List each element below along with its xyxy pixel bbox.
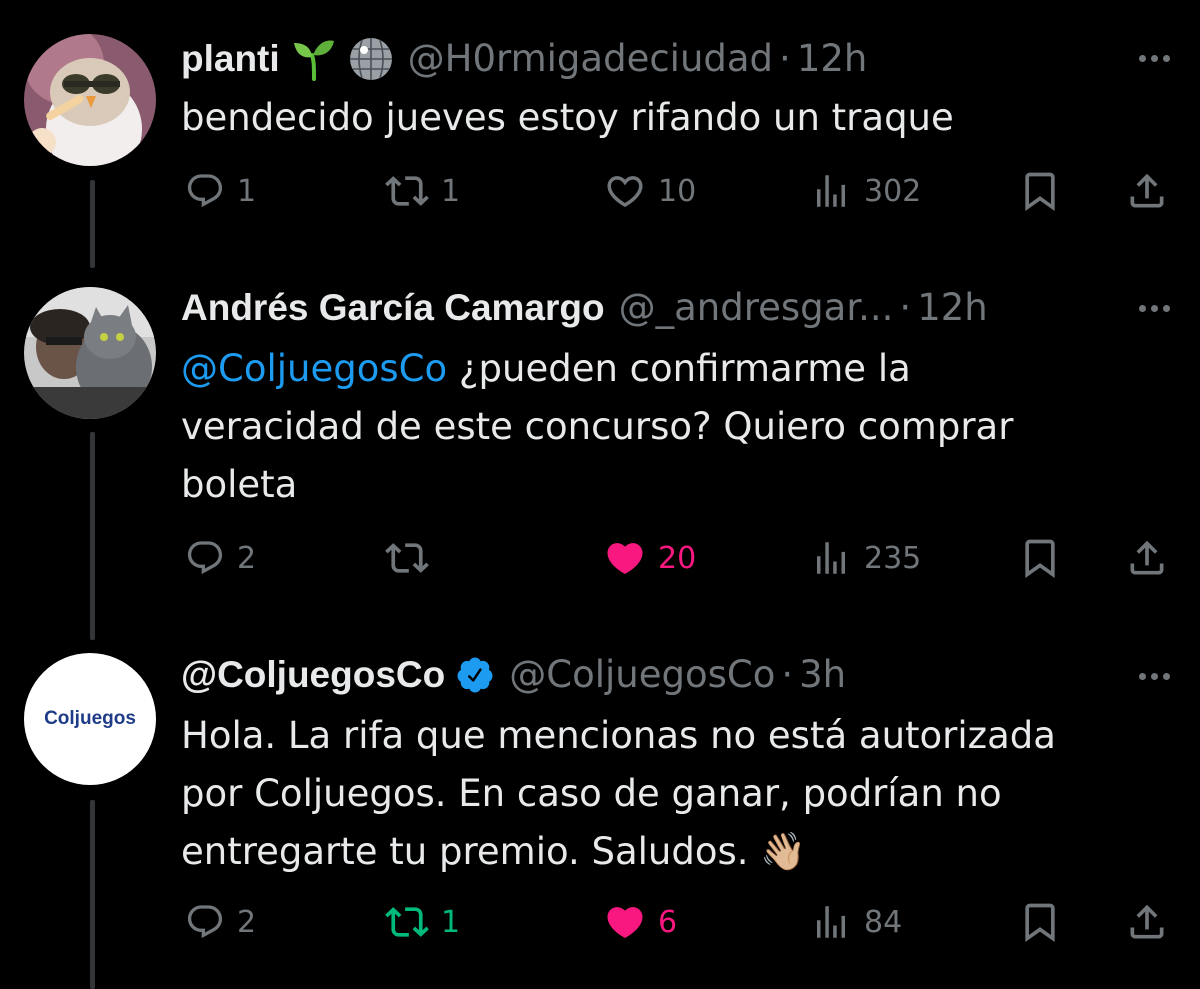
mention-link[interactable]: @ColjuegosCo xyxy=(181,347,447,390)
bookmark-icon xyxy=(1018,169,1062,213)
bookmark-icon xyxy=(1018,900,1062,944)
share-button[interactable] xyxy=(1125,166,1169,216)
action-bar: 2 20 235 xyxy=(0,533,1200,583)
reply-button[interactable]: 2 xyxy=(185,897,256,947)
share-button[interactable] xyxy=(1125,897,1169,947)
tweet-text: @ColjuegosCo ¿pueden confirmarme la vera… xyxy=(181,340,1141,514)
tweet-text-line: veracidad de este concurso? Quiero compr… xyxy=(181,405,1014,448)
tweet-text-line: @ColjuegosCo ¿pueden confirmarme la xyxy=(181,340,1141,398)
view-count: 235 xyxy=(864,540,922,576)
views-button[interactable]: 302 xyxy=(810,166,921,216)
heart-icon xyxy=(604,170,646,212)
like-button[interactable]: 20 xyxy=(604,533,696,583)
timestamp[interactable]: 12h xyxy=(917,285,988,331)
mirror-ball-icon xyxy=(348,36,394,82)
avatar[interactable] xyxy=(24,287,156,419)
timestamp[interactable]: 12h xyxy=(797,36,868,82)
timestamp[interactable]: 3h xyxy=(799,652,846,698)
waving-hand-icon: 👋🏼 xyxy=(760,830,807,873)
tweet-text: bendecido jueves estoy rifando un traque xyxy=(181,89,1141,147)
separator-dot: · xyxy=(779,37,791,80)
retweet-count: 1 xyxy=(441,173,461,209)
logo-text: Coljuegos xyxy=(44,708,136,729)
like-count: 10 xyxy=(658,173,697,209)
tweet-header: @ColjuegosCo @ColjuegosCo · 3h xyxy=(181,652,846,698)
retweet-icon xyxy=(385,169,429,213)
avatar[interactable] xyxy=(24,34,156,166)
more-icon[interactable] xyxy=(1139,673,1170,680)
more-icon[interactable] xyxy=(1139,305,1170,312)
tweet-text-line: entregarte tu premio. Saludos. 👋🏼 xyxy=(181,823,1141,881)
retweet-count: 1 xyxy=(441,904,461,940)
tweet-text-line: Hola. La rifa que mencionas no está auto… xyxy=(181,714,1056,757)
view-count: 84 xyxy=(864,904,903,940)
bookmark-icon xyxy=(1018,536,1062,580)
share-icon xyxy=(1125,900,1169,944)
share-icon xyxy=(1125,536,1169,580)
action-bar: 1 1 10 302 xyxy=(0,166,1200,216)
like-count: 6 xyxy=(658,904,678,940)
separator-dot: · xyxy=(899,286,912,329)
bookmark-button[interactable] xyxy=(1018,533,1062,583)
like-count: 20 xyxy=(658,540,697,576)
tweet[interactable]: planti @H0rmigadeciudad · 12h bendecido … xyxy=(0,0,1200,270)
separator-dot: · xyxy=(781,653,794,696)
tweet-text-body: bendecido jueves estoy rifando un traque xyxy=(181,96,954,139)
reply-button[interactable]: 1 xyxy=(185,166,256,216)
tweet[interactable]: Coljuegos @ColjuegosCo @ColjuegosCo · 3h… xyxy=(0,640,1200,989)
display-name[interactable]: Andrés García Camargo xyxy=(181,285,605,331)
action-bar: 2 1 6 84 xyxy=(0,897,1200,947)
handle[interactable]: @H0rmigadeciudad xyxy=(408,36,773,82)
reply-icon xyxy=(185,902,225,942)
like-button[interactable]: 10 xyxy=(604,166,696,216)
views-button[interactable]: 235 xyxy=(810,533,921,583)
views-icon xyxy=(810,901,852,943)
share-icon xyxy=(1125,169,1169,213)
views-icon xyxy=(810,537,852,579)
bookmark-button[interactable] xyxy=(1018,166,1062,216)
tweet-text-line: boleta xyxy=(181,463,298,506)
tweet-text-line: por Coljuegos. En caso de ganar, podrían… xyxy=(181,772,1002,815)
avatar[interactable]: Coljuegos xyxy=(24,653,156,785)
tweet[interactable]: Andrés García Camargo @_andresgar... · 1… xyxy=(0,270,1200,640)
display-name[interactable]: planti xyxy=(181,36,280,82)
retweet-button[interactable]: 1 xyxy=(385,166,460,216)
reply-count: 1 xyxy=(237,173,257,209)
more-icon[interactable] xyxy=(1139,55,1170,62)
retweet-icon xyxy=(385,900,429,944)
retweet-button[interactable] xyxy=(385,533,441,583)
bookmark-button[interactable] xyxy=(1018,897,1062,947)
reply-icon xyxy=(185,538,225,578)
reply-count: 2 xyxy=(237,540,257,576)
reply-thread: planti @H0rmigadeciudad · 12h bendecido … xyxy=(0,0,1200,989)
like-button[interactable]: 6 xyxy=(604,897,677,947)
heart-icon xyxy=(604,901,646,943)
views-icon xyxy=(810,170,852,212)
tweet-text-body: entregarte tu premio. Saludos. xyxy=(181,830,749,873)
reply-count: 2 xyxy=(237,904,257,940)
coljuegos-logo: Coljuegos xyxy=(24,653,156,785)
share-button[interactable] xyxy=(1125,533,1169,583)
seedling-icon xyxy=(292,37,336,81)
tweet-text-body: ¿pueden confirmarme la xyxy=(447,347,911,390)
reply-button[interactable]: 2 xyxy=(185,533,256,583)
reply-icon xyxy=(185,171,225,211)
heart-icon xyxy=(604,537,646,579)
view-count: 302 xyxy=(864,173,922,209)
handle[interactable]: @_andresgar... xyxy=(619,285,894,331)
tweet-header: planti @H0rmigadeciudad · 12h xyxy=(181,36,867,82)
retweet-button[interactable]: 1 xyxy=(385,897,460,947)
tweet-header: Andrés García Camargo @_andresgar... · 1… xyxy=(181,285,988,331)
views-button[interactable]: 84 xyxy=(810,897,902,947)
tweet-text: Hola. La rifa que mencionas no está auto… xyxy=(181,707,1141,881)
handle[interactable]: @ColjuegosCo xyxy=(509,652,775,698)
display-name[interactable]: @ColjuegosCo xyxy=(181,652,445,698)
retweet-icon xyxy=(385,536,429,580)
verified-badge-icon xyxy=(455,655,495,695)
